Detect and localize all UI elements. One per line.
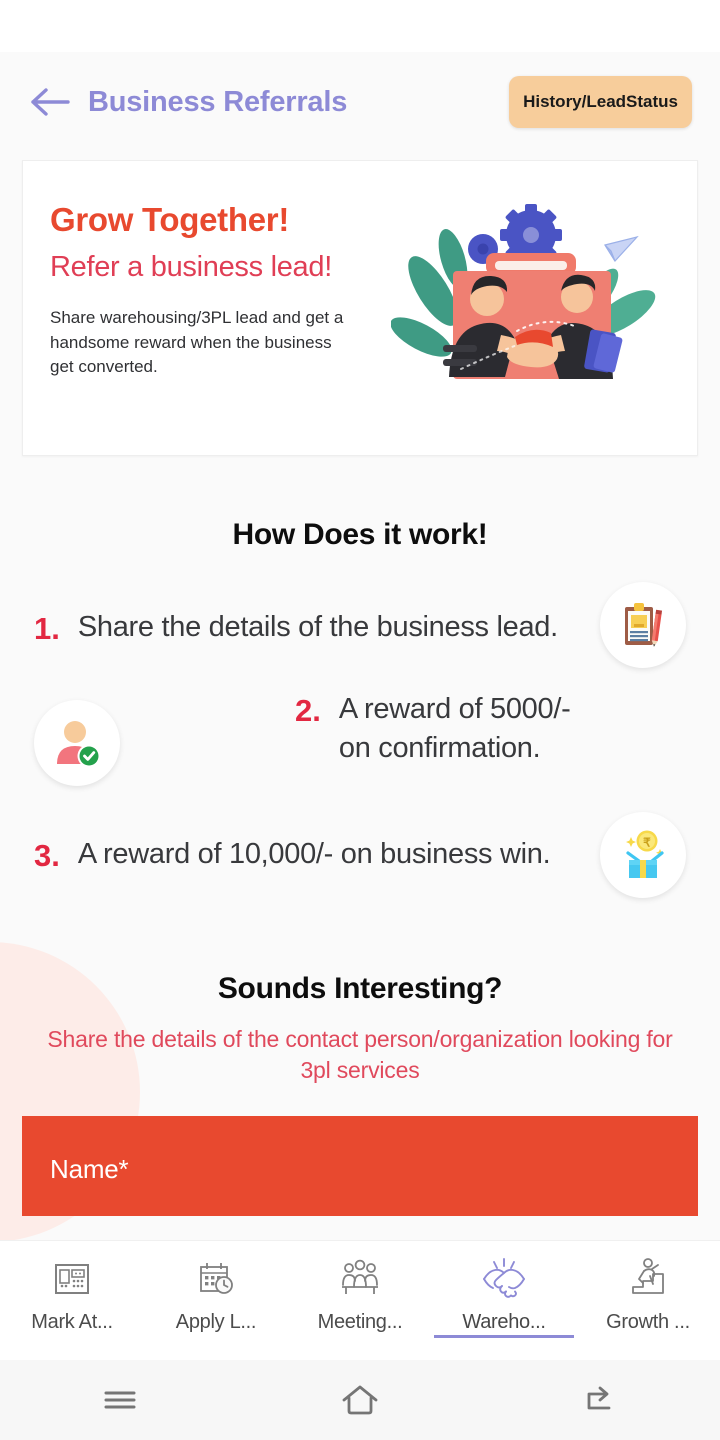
how-it-works-title: How Does it work! — [232, 518, 488, 551]
step-icon-badge — [600, 582, 686, 668]
referral-hero-card: Grow Together! Refer a business lead! Sh… — [22, 160, 698, 456]
bottom-tab-bar: Mark At... Apply L... Meeting... Wareho.… — [0, 1240, 720, 1360]
page-title: Business Referrals — [88, 85, 348, 118]
sounds-interesting-subtitle: Share the details of the contact person/… — [47, 1026, 673, 1083]
step-item-2: 2. A reward of 5000/- on confirmation. — [0, 690, 720, 786]
growth-stairs-icon — [625, 1255, 671, 1303]
step-number: 1. — [34, 610, 60, 646]
step-text: Share the details of the business lead. — [77, 611, 558, 644]
recents-button[interactable] — [0, 1360, 240, 1440]
back-icon — [579, 1382, 621, 1418]
tab-warehouse-referrals[interactable]: Wareho... — [432, 1241, 576, 1360]
app-header: Business Referrals History/LeadStatus — [0, 52, 720, 152]
calendar-clock-icon — [194, 1255, 238, 1303]
gift-coin-icon: ₹ — [615, 827, 671, 883]
step-item-3: 3. A reward of 10,000/- on business win.… — [0, 812, 720, 898]
step-text: A reward of 5000/- on confirmation. — [338, 693, 571, 765]
step-icon-badge — [34, 700, 120, 786]
tab-active-underline — [434, 1335, 574, 1338]
status-bar — [0, 0, 720, 52]
tab-mark-attendance[interactable]: Mark At... — [0, 1241, 144, 1360]
handshake-briefcase-illustration — [390, 187, 691, 427]
step-number: 2. — [295, 693, 321, 728]
hero-headline: Grow Together! — [50, 201, 290, 238]
android-system-nav — [0, 1360, 720, 1440]
recents-menu-icon — [100, 1383, 140, 1417]
hero-subheadline: Refer a business lead! — [50, 250, 332, 283]
hero-text-block: Grow Together! Refer a business lead! Sh… — [50, 201, 380, 380]
home-button[interactable] — [240, 1360, 480, 1440]
step-number: 3. — [34, 837, 60, 873]
tab-label: Meeting... — [317, 1311, 403, 1333]
tab-meeting[interactable]: Meeting... — [288, 1241, 432, 1360]
svg-text:₹: ₹ — [643, 836, 651, 850]
app-viewport: Business Referrals History/LeadStatus Gr… — [0, 52, 720, 1360]
history-lead-status-button[interactable]: History/LeadStatus — [509, 76, 692, 128]
verified-person-icon — [50, 716, 104, 770]
tab-label: Mark At... — [31, 1311, 113, 1333]
referral-form-card: Name* — [22, 1115, 698, 1216]
tab-growth[interactable]: Growth ... — [576, 1241, 720, 1360]
clipboard-pencil-icon — [617, 599, 669, 651]
home-icon — [338, 1381, 382, 1419]
name-field-label[interactable]: Name* — [50, 1154, 670, 1185]
step-item-1: 1. Share the details of the business lea… — [0, 582, 720, 668]
sounds-interesting-title: Sounds Interesting? — [217, 972, 503, 1005]
tab-apply-leave[interactable]: Apply L... — [144, 1241, 288, 1360]
hero-description: Share warehousing/3PL lead and get a han… — [50, 308, 344, 377]
tab-label: Apply L... — [175, 1311, 257, 1333]
step-icon-badge: ₹ — [600, 812, 686, 898]
arrow-left-icon — [29, 85, 71, 119]
back-button[interactable] — [28, 80, 72, 124]
back-button-system[interactable] — [480, 1360, 720, 1440]
tab-label: Wareho... — [462, 1311, 546, 1333]
attendance-keypad-icon — [50, 1255, 94, 1303]
meeting-people-icon — [337, 1255, 383, 1303]
tab-label: Growth ... — [606, 1311, 690, 1333]
step-text: A reward of 10,000/- on business win. — [77, 838, 551, 871]
scrollable-content[interactable]: Business Referrals History/LeadStatus Gr… — [0, 52, 720, 1240]
handshake-icon — [478, 1255, 530, 1303]
